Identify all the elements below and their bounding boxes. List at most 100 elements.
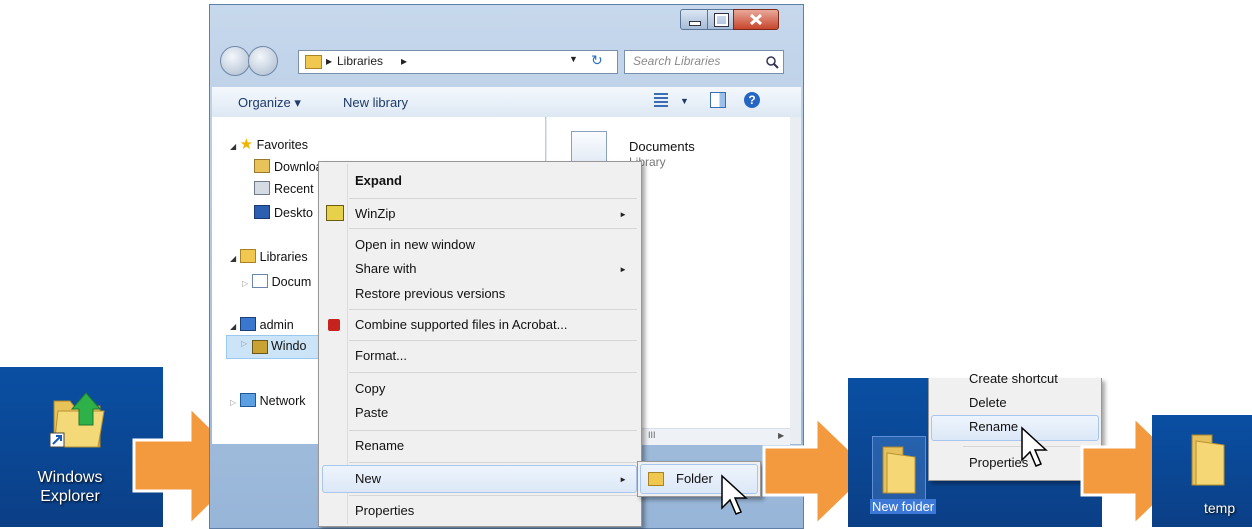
menu-item-winzip[interactable]: WinZip xyxy=(355,206,395,221)
search-icon[interactable] xyxy=(765,55,779,69)
menu-item-restore[interactable]: Restore previous versions xyxy=(355,286,505,301)
tree-favorites[interactable]: ◢ ★ Favorites xyxy=(230,135,308,153)
menu-item-expand[interactable]: Expand xyxy=(355,173,402,188)
tree-documents[interactable]: ▷ Docum xyxy=(242,274,311,289)
tree-favorites-label: Favorites xyxy=(256,138,308,152)
tree-recent[interactable]: Recent xyxy=(254,181,314,196)
winzip-submenu-arrow-icon: ► xyxy=(619,210,627,219)
menu-item-new[interactable]: New xyxy=(355,471,381,486)
menu-item-create-shortcut[interactable]: Create shortcut xyxy=(969,371,1058,386)
back-button[interactable] xyxy=(220,46,250,76)
menu-item-format[interactable]: Format... xyxy=(355,348,407,363)
folder-icon xyxy=(648,472,664,486)
breadcrumb[interactable]: Libraries xyxy=(337,54,383,68)
tree-desktop[interactable]: Deskto xyxy=(254,205,313,220)
menu-separator xyxy=(349,228,637,229)
menu-item-rename[interactable]: Rename xyxy=(355,438,404,453)
new-library-button[interactable]: New library xyxy=(343,95,408,110)
breadcrumb-separator: ▸ xyxy=(326,54,333,68)
context-menu: Expand WinZip ► Open in new window Share… xyxy=(318,161,642,527)
mouse-cursor-icon xyxy=(1021,426,1048,467)
search-box[interactable]: Search Libraries xyxy=(624,50,784,74)
libraries-icon xyxy=(239,249,256,263)
menu-item-paste[interactable]: Paste xyxy=(355,405,388,420)
tree-network-label: Network xyxy=(259,394,306,408)
expand-triangle-icon[interactable]: ◢ xyxy=(230,254,236,263)
menu-item-combine-acrobat[interactable]: Combine supported files in Acrobat... xyxy=(355,317,567,332)
windows-explorer-label: Windows Explorer xyxy=(0,468,140,506)
organize-button[interactable]: Organize ▾ xyxy=(238,95,301,111)
network-icon xyxy=(239,393,256,407)
documents-library-title[interactable]: Documents xyxy=(629,139,695,154)
close-button[interactable] xyxy=(733,9,779,30)
share-submenu-arrow-icon: ► xyxy=(619,265,627,274)
address-dropdown-icon[interactable]: ▼ xyxy=(569,54,578,64)
window-controls xyxy=(680,9,790,30)
tree-libraries[interactable]: ◢ Libraries xyxy=(230,249,308,264)
command-bar: Organize ▾ New library ▼ ? xyxy=(212,87,801,118)
vertical-scrollbar[interactable] xyxy=(790,117,801,444)
collapse-triangle-icon[interactable]: ▷ xyxy=(241,339,247,348)
menu-separator xyxy=(349,198,637,199)
temp-folder-icon[interactable] xyxy=(1182,431,1234,493)
address-bar[interactable]: ▸ Libraries ▸ ▼ ↻ xyxy=(298,50,618,74)
menu-item-properties[interactable]: Properties xyxy=(355,503,414,518)
menu-separator xyxy=(349,372,637,373)
menu-separator xyxy=(349,462,637,463)
expand-triangle-icon[interactable]: ◢ xyxy=(230,322,236,331)
menu-item-copy[interactable]: Copy xyxy=(355,381,385,396)
help-icon[interactable]: ? xyxy=(744,92,760,108)
breadcrumb-separator-end: ▸ xyxy=(401,54,408,68)
tree-libraries-label: Libraries xyxy=(259,250,308,264)
menu-item-open-new-window[interactable]: Open in new window xyxy=(355,237,475,252)
winzip-icon xyxy=(326,205,344,221)
new-folder-icon[interactable] xyxy=(872,436,926,500)
new-submenu-arrow-icon: ► xyxy=(619,475,627,484)
temp-folder-label[interactable]: temp xyxy=(1204,499,1235,518)
desktop-context-menu: Create shortcut Delete Rename Properties xyxy=(928,371,1102,481)
tree-desktop-label: Deskto xyxy=(274,206,313,220)
menu-item-delete[interactable]: Delete xyxy=(969,395,1007,410)
star-icon: ★ xyxy=(239,136,254,153)
label-line-1: Windows xyxy=(37,469,103,486)
forward-button[interactable] xyxy=(248,46,278,76)
scroll-grip-icon[interactable]: III xyxy=(648,430,656,440)
desktop-icon xyxy=(254,205,270,219)
close-icon xyxy=(749,13,763,26)
menu-separator xyxy=(349,309,637,310)
mouse-cursor-icon xyxy=(721,474,748,515)
drive-icon xyxy=(252,340,268,354)
menu-separator xyxy=(349,495,637,496)
collapse-triangle-icon[interactable]: ▷ xyxy=(230,398,236,407)
view-dropdown-icon[interactable]: ▼ xyxy=(680,96,689,106)
search-input[interactable]: Search Libraries xyxy=(633,54,720,68)
desktop-panel-4: temp xyxy=(1152,415,1252,527)
acrobat-icon xyxy=(328,319,340,331)
documents-icon xyxy=(251,274,268,288)
view-options-icon[interactable] xyxy=(654,93,668,107)
recent-places-icon xyxy=(254,181,270,195)
expand-triangle-icon[interactable]: ◢ xyxy=(230,142,236,151)
tree-recent-label: Recent xyxy=(274,182,314,196)
desktop-panel-3: New folder Create shortcut Delete Rename… xyxy=(848,371,1102,527)
minimize-button[interactable] xyxy=(680,9,708,30)
libraries-folder-icon xyxy=(305,55,322,69)
menu-separator xyxy=(349,430,637,431)
submenu-item-folder[interactable]: Folder xyxy=(676,471,713,486)
new-folder-label[interactable]: New folder xyxy=(870,499,937,514)
downloads-folder-icon xyxy=(254,159,270,173)
maximize-button[interactable] xyxy=(707,9,734,30)
tree-admin[interactable]: ◢ admin xyxy=(230,317,294,332)
refresh-icon[interactable]: ↻ xyxy=(591,52,603,69)
tree-network[interactable]: ▷ Network xyxy=(230,393,305,408)
menu-item-share-with[interactable]: Share with xyxy=(355,261,416,276)
windows-explorer-icon[interactable] xyxy=(48,389,108,451)
tree-admin-label: admin xyxy=(259,318,294,332)
preview-pane-icon[interactable] xyxy=(710,92,726,108)
computer-icon xyxy=(239,317,256,331)
tree-windows-label: Windo xyxy=(271,339,307,353)
collapse-triangle-icon[interactable]: ▷ xyxy=(242,279,248,288)
label-line-2: Explorer xyxy=(40,488,100,505)
menu-separator xyxy=(349,340,637,341)
menu-item-rename[interactable]: Rename xyxy=(969,419,1018,434)
